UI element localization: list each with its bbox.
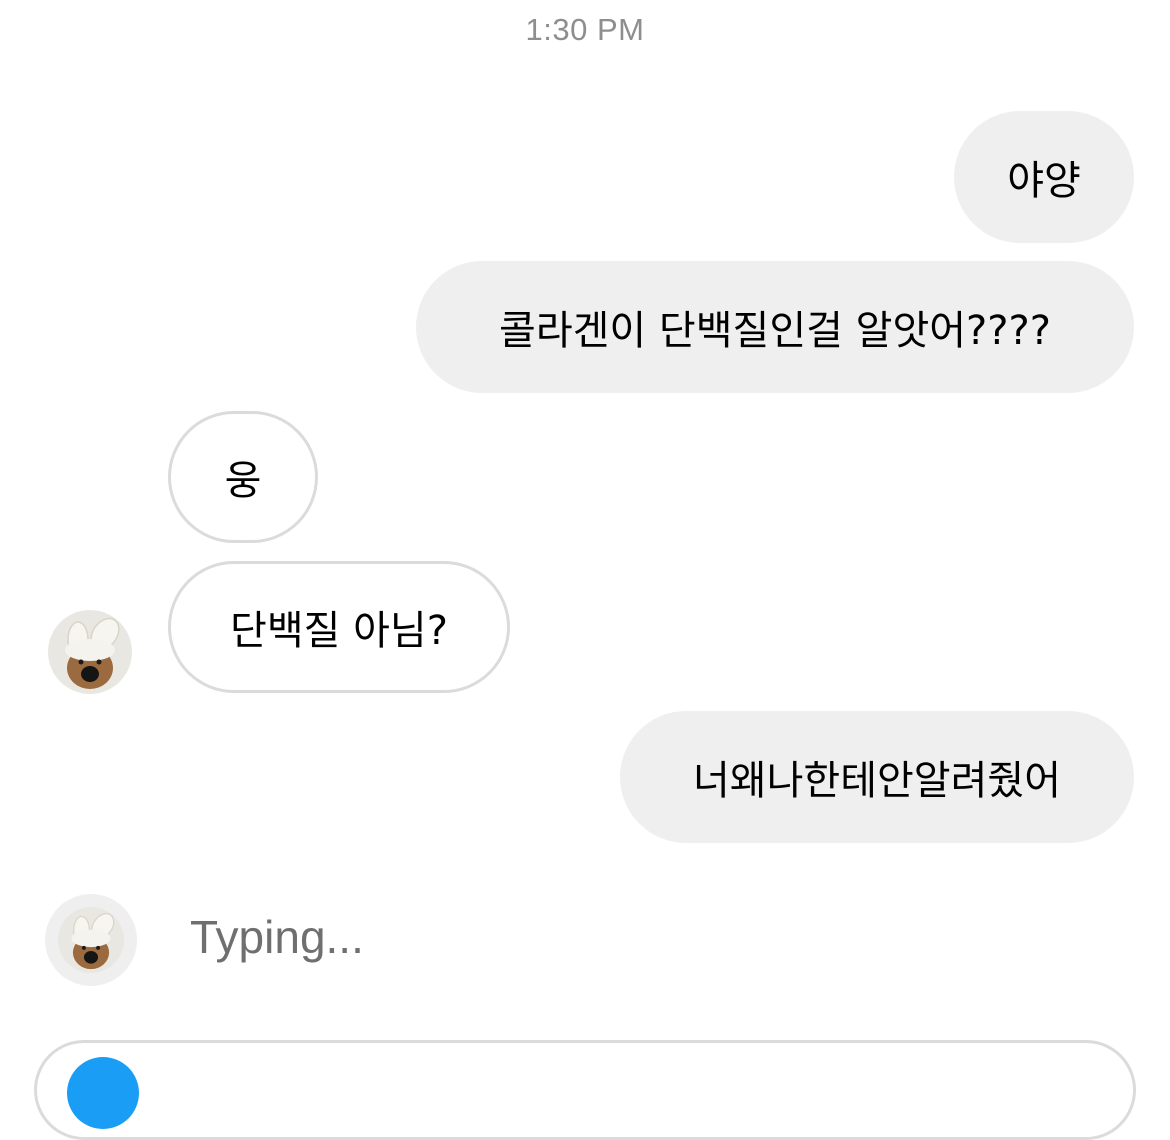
typing-indicator: Typing... — [190, 911, 364, 963]
outgoing-message-bubble[interactable]: 야양 — [954, 111, 1134, 243]
message-composer[interactable] — [34, 1040, 1136, 1140]
message-timestamp: 1:30 PM — [525, 12, 645, 47]
typing-avatar[interactable] — [58, 907, 124, 973]
incoming-message-bubble[interactable]: 단백질 아님? — [168, 561, 510, 693]
bear-bunny-ears-avatar-icon — [48, 610, 132, 694]
outgoing-message-bubble[interactable]: 너왜나한테안알려줬어 — [620, 711, 1134, 843]
incoming-message-bubble[interactable]: 웅 — [168, 411, 318, 543]
outgoing-message-bubble[interactable]: 콜라겐이 단백질인걸 알앗어???? — [416, 261, 1134, 393]
camera-icon[interactable] — [67, 1057, 139, 1129]
sender-avatar[interactable] — [48, 610, 132, 694]
bear-bunny-ears-avatar-icon — [58, 907, 124, 973]
